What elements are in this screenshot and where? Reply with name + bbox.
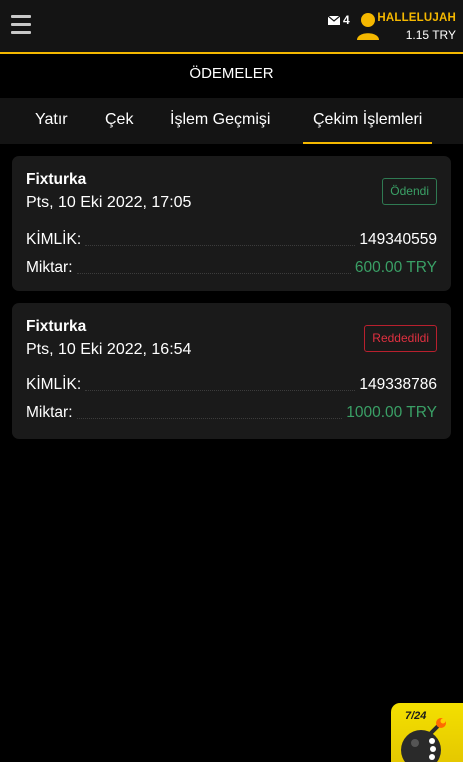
top-header: 4 HALLELUJAH 1.15 TRY — [0, 0, 463, 54]
dotted-leader — [76, 418, 343, 419]
envelope-icon — [328, 15, 340, 25]
amount-value: 600.00 TRY — [354, 259, 437, 276]
page-title: ÖDEMELER — [0, 56, 463, 98]
messages-button[interactable]: 4 — [328, 13, 350, 27]
hamburger-menu-icon[interactable] — [11, 15, 33, 37]
id-label: KİMLİK: — [26, 231, 82, 248]
bomb-icon — [401, 718, 446, 762]
dotted-leader — [85, 245, 356, 246]
amount-row: Miktar: 1000.00 TRY — [26, 402, 437, 422]
payments-tabs: Yatır Çek İşlem Geçmişi Çekim İşlemleri — [0, 98, 463, 144]
provider-name: Fixturka — [26, 318, 87, 335]
withdrawal-card: Fixturka Pts, 10 Eki 2022, 17:05 Ödendi … — [12, 156, 451, 291]
tab-withdrawal-transactions[interactable]: Çekim İşlemleri — [303, 98, 433, 144]
transaction-id: 149340559 — [359, 231, 437, 248]
status-badge: Ödendi — [382, 178, 437, 205]
dotted-leader — [85, 390, 356, 391]
tab-withdraw[interactable]: Çek — [105, 98, 133, 144]
dotted-leader — [76, 273, 351, 274]
amount-label: Miktar: — [26, 259, 73, 276]
tab-transaction-history[interactable]: İşlem Geçmişi — [170, 98, 270, 144]
provider-name: Fixturka — [26, 171, 87, 188]
id-label: KİMLİK: — [26, 376, 82, 393]
balance: 1.15 TRY — [405, 28, 456, 42]
withdrawal-card: Fixturka Pts, 10 Eki 2022, 16:54 Reddedi… — [12, 303, 451, 439]
transaction-date: Pts, 10 Eki 2022, 16:54 — [26, 341, 192, 358]
amount-value: 1000.00 TRY — [346, 404, 437, 421]
support-widget-button[interactable]: 7/24 — [391, 703, 463, 762]
status-badge: Reddedildi — [364, 325, 437, 352]
id-row: KİMLİK: 149340559 — [26, 229, 437, 249]
transaction-date: Pts, 10 Eki 2022, 17:05 — [26, 194, 192, 211]
transaction-id: 149338786 — [359, 376, 437, 393]
messages-count: 4 — [343, 13, 350, 27]
id-row: KİMLİK: 149338786 — [26, 374, 437, 394]
amount-row: Miktar: 600.00 TRY — [26, 257, 437, 277]
tab-deposit[interactable]: Yatır — [35, 98, 68, 144]
amount-label: Miktar: — [26, 404, 73, 421]
username[interactable]: HALLELUJAH — [377, 12, 456, 24]
